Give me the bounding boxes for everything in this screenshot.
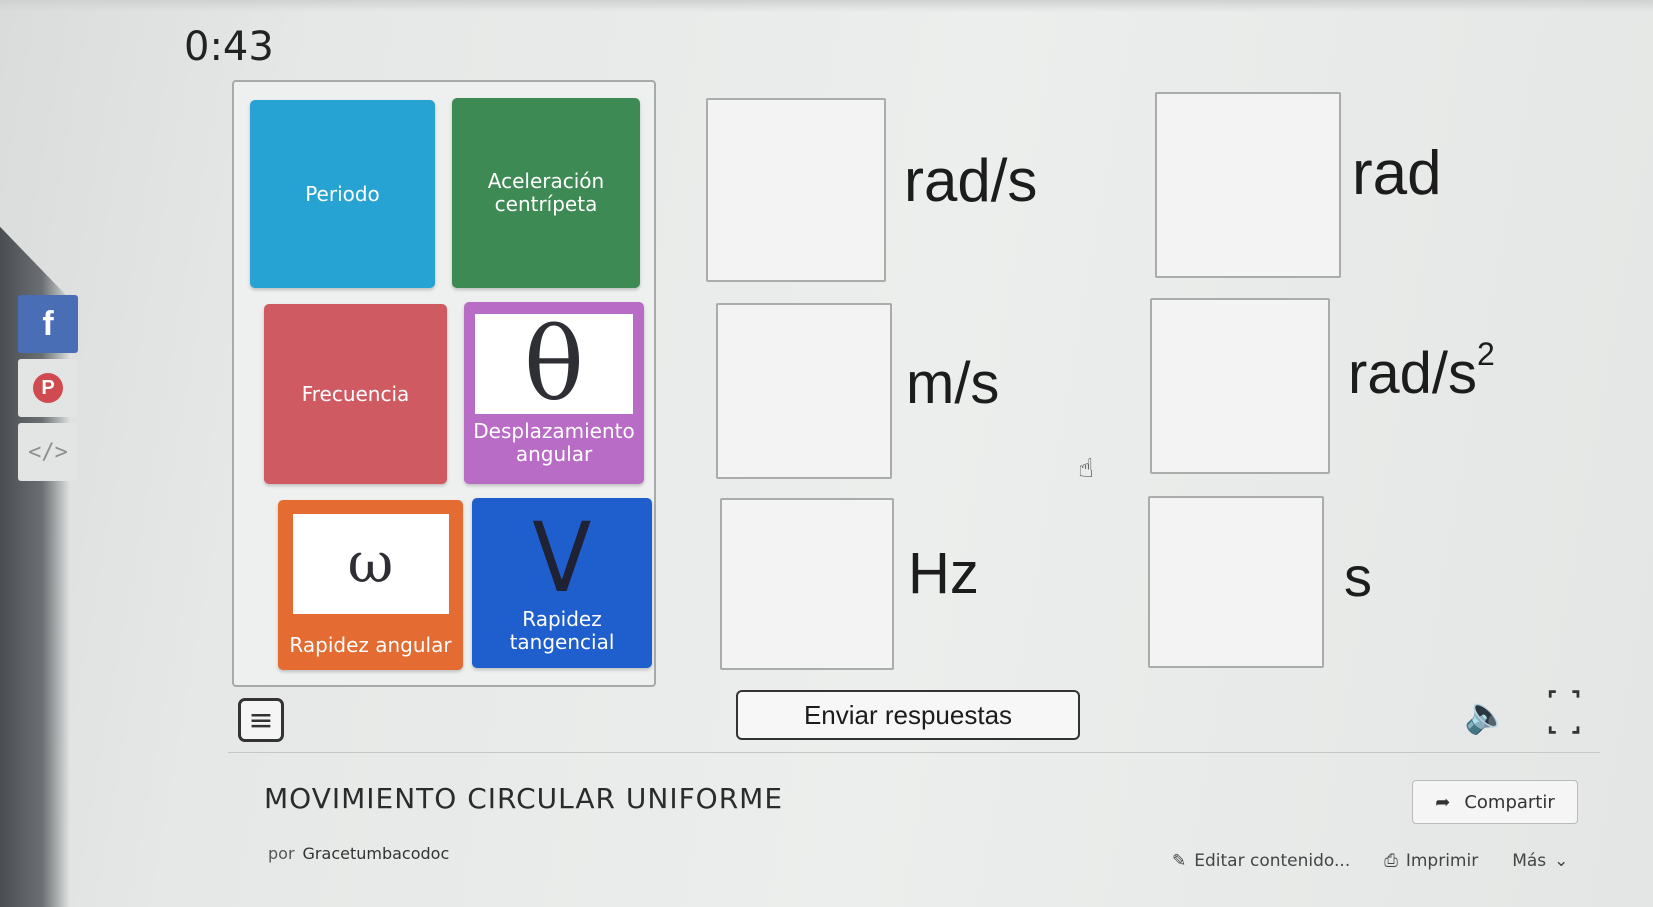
unit-label: s [1344, 545, 1372, 608]
author-name[interactable]: Gracetumbacodoc [303, 844, 450, 863]
unit-label: m/s [906, 351, 1000, 416]
card-label: Periodo [305, 181, 380, 206]
facebook-icon: f [42, 304, 54, 343]
unit-label: rad/s [904, 147, 1038, 214]
speaker-icon[interactable]: 🔈 [1464, 694, 1509, 736]
print-label: Imprimir [1405, 851, 1479, 871]
card-rapidez-tangencial[interactable]: V Rapidez tangencial [472, 498, 652, 668]
hamburger-icon: ≡ [248, 702, 274, 738]
drop-slot-rad-s[interactable] [706, 98, 886, 282]
card-label: Aceleración centrípeta [487, 169, 605, 216]
share-label: Compartir [1464, 791, 1555, 813]
more-menu[interactable]: Más ⌄ [1512, 851, 1568, 871]
theta-symbol: θ [475, 307, 633, 422]
card-label: Rapidez tangencial [509, 607, 615, 654]
drop-slot-s[interactable] [1148, 496, 1324, 668]
drop-slot-rad-s2[interactable] [1150, 298, 1330, 474]
card-label: Rapidez angular [289, 633, 452, 657]
pinterest-share-button[interactable]: P [18, 359, 78, 417]
page: 0:43 f P </> Periodo Aceleración centríp… [0, 0, 1653, 907]
card-label: Desplazamiento angular [473, 419, 635, 466]
v-symbol: V [532, 502, 592, 614]
card-bank: Periodo Aceleración centrípeta Frecuenci… [232, 80, 656, 687]
activity-title: MOVIMIENTO CIRCULAR UNIFORME [264, 782, 784, 815]
edit-label: Editar contenido... [1194, 851, 1351, 871]
social-share-bar: f P </> [18, 295, 80, 487]
embed-button[interactable]: </> [18, 423, 78, 481]
unit-label: rad [1352, 139, 1442, 208]
author-prefix: por [268, 844, 295, 863]
drop-slot-rad[interactable] [1155, 92, 1341, 278]
drop-slot-hz[interactable] [720, 498, 894, 670]
share-button[interactable]: ➦ Compartir [1412, 780, 1578, 824]
edit-content-link[interactable]: ✎ Editar contenido... [1172, 851, 1350, 871]
unit-exponent: 2 [1476, 336, 1495, 372]
card-frecuencia[interactable]: Frecuencia [264, 304, 447, 484]
footer-actions: ✎ Editar contenido... ⎙ Imprimir Más ⌄ [1172, 851, 1568, 871]
pinterest-icon: P [33, 373, 63, 403]
unit-label: rad/s2 [1348, 336, 1495, 407]
submit-answers-button[interactable]: Enviar respuestas [736, 690, 1080, 740]
card-periodo[interactable]: Periodo [250, 100, 435, 288]
top-shade [0, 0, 1653, 12]
card-aceleracion-centripeta[interactable]: Aceleración centrípeta [452, 98, 640, 288]
chevron-down-icon: ⌄ [1554, 851, 1569, 871]
author-line: por Gracetumbacodoc [268, 844, 449, 863]
printer-icon: ⎙ [1384, 851, 1398, 871]
unit-label: Hz [908, 541, 979, 606]
fullscreen-icon[interactable]: ⌜ ⌝ ⌞ ⌟ [1540, 690, 1588, 738]
print-link[interactable]: ⎙ Imprimir [1384, 851, 1478, 871]
unit-base: rad/s [1348, 341, 1477, 406]
menu-button[interactable]: ≡ [238, 698, 284, 742]
pencil-icon: ✎ [1172, 851, 1187, 871]
timer: 0:43 [184, 24, 274, 70]
hand-cursor-icon: ☝ [1078, 454, 1094, 484]
embed-icon: </> [28, 439, 68, 465]
share-arrow-icon: ➦ [1435, 791, 1451, 813]
card-desplazamiento-angular[interactable]: θ Desplazamiento angular [464, 302, 644, 484]
divider [228, 752, 1600, 753]
omega-symbol: ω [292, 514, 449, 614]
drop-slot-m-s[interactable] [716, 303, 892, 479]
card-label: Frecuencia [301, 381, 410, 406]
more-label: Más [1512, 851, 1547, 871]
card-rapidez-angular[interactable]: ω Rapidez angular [278, 500, 463, 670]
facebook-share-button[interactable]: f [18, 295, 78, 353]
